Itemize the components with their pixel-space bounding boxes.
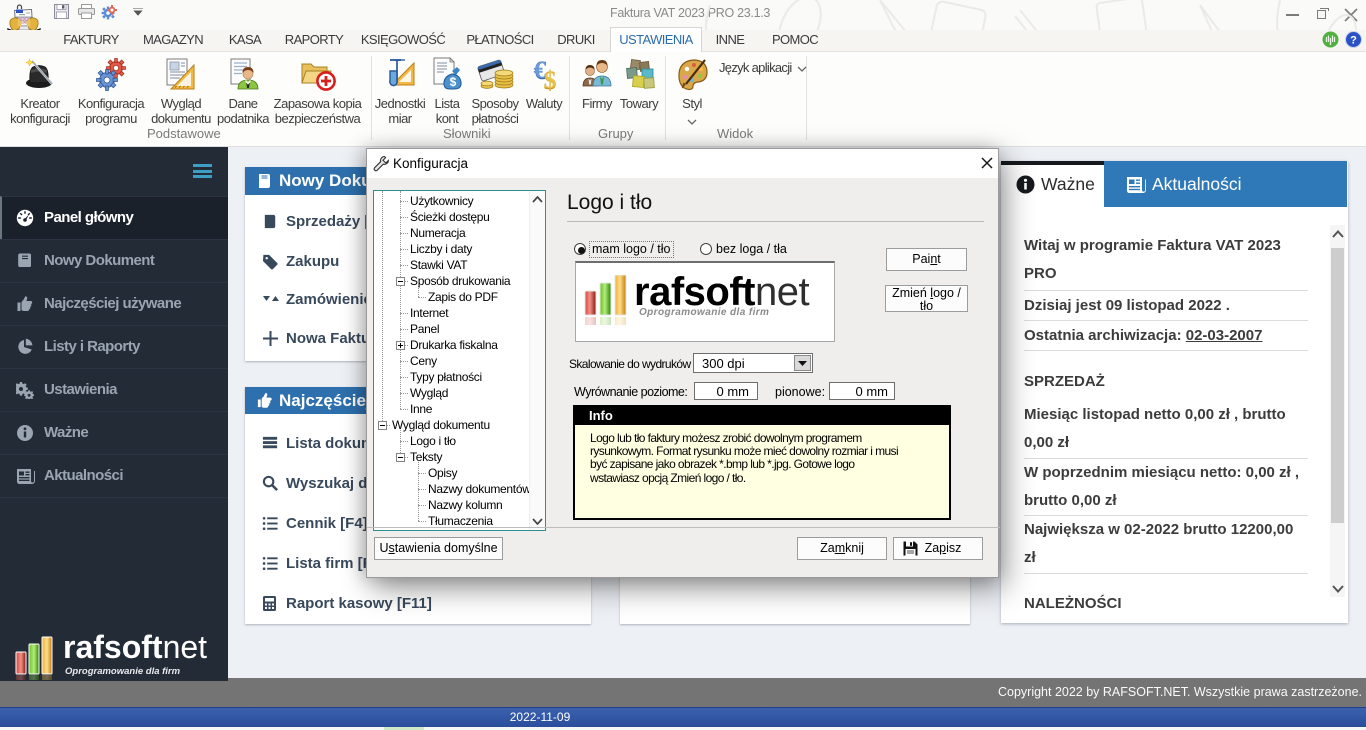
svg-text:?: ?: [1350, 35, 1357, 47]
svg-text:$: $: [544, 68, 556, 91]
svg-text:$: $: [450, 75, 457, 89]
